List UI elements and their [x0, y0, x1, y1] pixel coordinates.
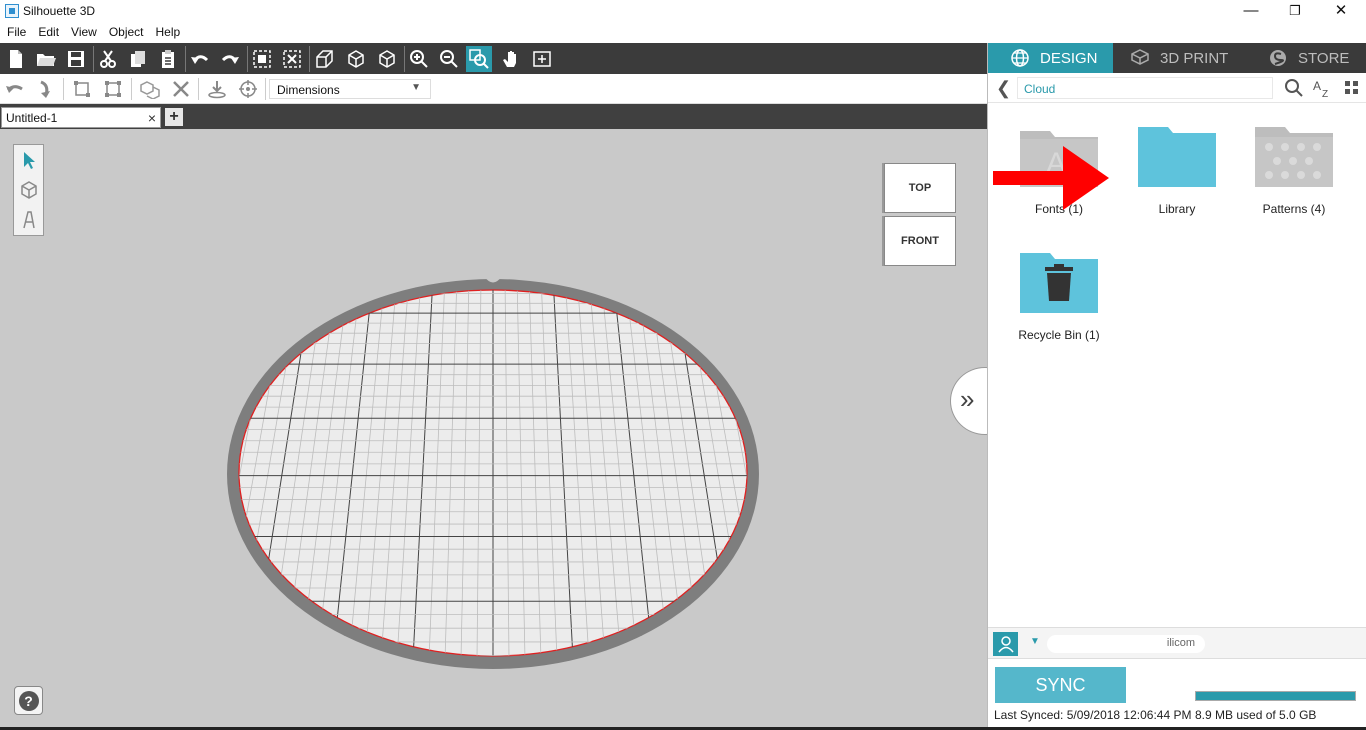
user-icon[interactable] [993, 632, 1018, 656]
scale-icon[interactable] [69, 77, 95, 101]
view-cube-top[interactable]: TOP [884, 163, 956, 213]
view-cube[interactable]: TOP FRONT [882, 163, 957, 266]
transform-icon[interactable] [100, 77, 126, 101]
sort-az-icon[interactable]: AZ [1312, 78, 1332, 98]
panel-tabs: DESIGN 3D PRINT STORE [988, 43, 1366, 73]
tab-design[interactable]: DESIGN [988, 43, 1113, 73]
dimensions-select[interactable]: Dimensions ▼ [269, 79, 431, 99]
svg-text:A: A [1313, 79, 1321, 93]
folder-patterns[interactable]: Patterns (4) [1239, 125, 1349, 216]
account-email: ilicom [1047, 635, 1205, 653]
tab-store-label: STORE [1298, 49, 1350, 67]
folder-recycle-bin-icon [1020, 253, 1098, 313]
group-icon[interactable] [249, 46, 275, 72]
paste-icon[interactable] [155, 46, 181, 72]
folder-recycle-bin-label: Recycle Bin (1) [1018, 328, 1100, 342]
view-cube-front[interactable]: FRONT [884, 216, 956, 266]
add-tab-button[interactable]: + [165, 108, 183, 126]
design-canvas[interactable] [0, 129, 987, 730]
menu-view[interactable]: View [65, 23, 103, 39]
secondary-toolbar [0, 74, 987, 104]
grid-view-icon[interactable] [1342, 78, 1362, 98]
breadcrumb[interactable]: Cloud [1017, 77, 1273, 99]
left-tool-palette [13, 144, 44, 236]
help-button[interactable]: ? [14, 686, 43, 715]
window-title: Silhouette 3D [23, 4, 96, 18]
svg-text:Z: Z [1322, 89, 1328, 98]
menu-object[interactable]: Object [103, 23, 150, 39]
double-chevron-right-icon: » [960, 384, 975, 414]
account-bar: ▼ ilicom [988, 627, 1366, 659]
document-tab-bar: Untitled-1 × + [0, 104, 987, 129]
delete-icon[interactable] [168, 77, 194, 101]
help-icon: ? [18, 690, 39, 711]
title-bar: Silhouette 3D — ❐ ✕ [0, 0, 1366, 23]
sync-button[interactable]: SYNC [995, 667, 1126, 703]
cube-tool-icon[interactable] [14, 175, 43, 205]
tab-3d-print-label: 3D PRINT [1160, 49, 1229, 67]
extrude-icon[interactable] [311, 46, 337, 72]
rotate-left-icon[interactable] [2, 77, 28, 101]
dimensions-select-value: Dimensions [277, 83, 340, 97]
menu-edit[interactable]: Edit [32, 23, 65, 39]
undo-icon[interactable] [187, 46, 213, 72]
folder-patterns-label: Patterns (4) [1262, 202, 1326, 216]
new-file-icon[interactable] [3, 46, 29, 72]
folder-library-icon [1138, 127, 1216, 187]
zoom-out-icon[interactable] [436, 46, 462, 72]
folder-library-label: Library [1158, 202, 1196, 216]
tab-store[interactable]: STORE [1248, 43, 1366, 73]
combine-icon[interactable] [137, 77, 163, 101]
printer-icon [1131, 49, 1149, 65]
storage-usage-text: 8.9 MB used of 5.0 GB [1195, 708, 1317, 722]
save-icon[interactable] [63, 46, 89, 72]
redo-icon[interactable] [217, 46, 243, 72]
folder-patterns-icon [1255, 127, 1333, 187]
store-icon [1270, 50, 1286, 66]
open-folder-icon[interactable] [33, 46, 59, 72]
drop-to-floor-icon[interactable] [204, 77, 230, 101]
storage-usage-bar [1195, 691, 1356, 701]
cube-solid-icon[interactable] [374, 46, 400, 72]
tab-design-label: DESIGN [1040, 49, 1098, 67]
fit-page-icon[interactable] [529, 46, 555, 72]
red-arrow-annotation [993, 146, 1109, 210]
close-button[interactable]: ✕ [1318, 0, 1364, 23]
tab-label: Untitled-1 [6, 111, 58, 125]
text-tool-icon[interactable] [14, 205, 43, 235]
tab-untitled-1[interactable]: Untitled-1 × [1, 107, 161, 128]
back-arrow-icon[interactable]: ❮ [996, 78, 1011, 99]
panel-nav: ❮ Cloud AZ [988, 73, 1366, 103]
center-icon[interactable] [235, 77, 261, 101]
zoom-in-icon[interactable] [406, 46, 432, 72]
restore-button[interactable]: ❐ [1272, 0, 1318, 23]
folder-library[interactable]: Library [1122, 125, 1232, 216]
account-dropdown-icon[interactable]: ▼ [1030, 636, 1040, 647]
cube-outline-icon[interactable] [343, 46, 369, 72]
zoom-fit-icon[interactable] [466, 46, 492, 72]
main-toolbar [0, 43, 987, 74]
copy-icon[interactable] [125, 46, 151, 72]
globe-icon [1011, 49, 1029, 67]
menu-bar: File Edit View Object Help [0, 23, 1366, 43]
select-arrow-icon[interactable] [14, 145, 43, 175]
menu-file[interactable]: File [0, 23, 32, 39]
tab-close-icon[interactable]: × [148, 110, 156, 126]
cut-icon[interactable] [95, 46, 121, 72]
print-bed [227, 276, 759, 669]
folder-recycle-bin[interactable]: Recycle Bin (1) [1004, 251, 1114, 342]
app-icon [5, 4, 19, 18]
ungroup-icon[interactable] [279, 46, 305, 72]
last-synced-text: Last Synced: 5/09/2018 12:06:44 PM [994, 708, 1192, 722]
rotate-down-icon[interactable] [32, 77, 58, 101]
tab-3d-print[interactable]: 3D PRINT [1113, 43, 1248, 73]
search-icon[interactable] [1284, 78, 1304, 98]
chevron-down-icon: ▼ [411, 82, 421, 93]
menu-help[interactable]: Help [150, 23, 187, 39]
pan-hand-icon[interactable] [498, 46, 524, 72]
minimize-button[interactable]: — [1228, 0, 1274, 23]
